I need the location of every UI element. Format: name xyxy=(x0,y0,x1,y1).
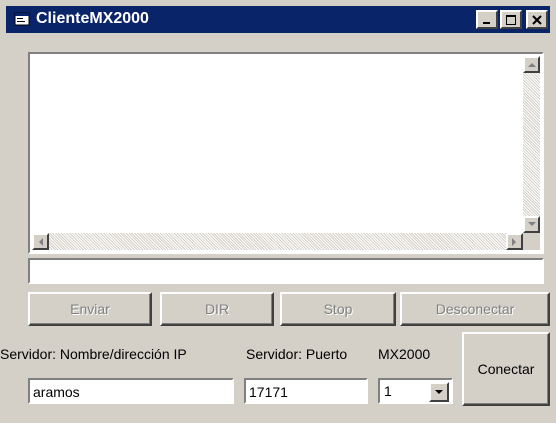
maximize-icon xyxy=(506,14,516,25)
close-button[interactable] xyxy=(526,10,548,29)
app-icon[interactable] xyxy=(14,12,30,26)
conectar-button[interactable]: Conectar xyxy=(462,332,550,406)
port-field[interactable]: 17171 xyxy=(244,378,368,404)
arrow-up-icon xyxy=(527,63,536,67)
arrow-down-icon xyxy=(527,222,536,226)
vertical-scrollbar[interactable] xyxy=(523,56,540,233)
desconectar-button[interactable]: Desconectar xyxy=(400,292,550,326)
scroll-down-button[interactable] xyxy=(523,216,540,233)
scroll-left-button[interactable] xyxy=(32,233,49,250)
minimize-icon xyxy=(483,21,490,24)
server-host-label: Servidor: Nombre/dirección IP xyxy=(0,346,187,362)
dir-button[interactable]: DIR xyxy=(160,292,274,326)
chevron-down-icon xyxy=(435,389,443,394)
mx2000-select[interactable]: 1 xyxy=(378,378,453,404)
close-icon xyxy=(532,14,542,25)
host-field[interactable]: aramos xyxy=(28,378,234,404)
arrow-left-icon xyxy=(39,237,43,246)
horizontal-scrollbar[interactable] xyxy=(32,233,523,250)
enviar-button[interactable]: Enviar xyxy=(28,292,152,326)
scrollbar-corner xyxy=(523,233,540,250)
stop-button[interactable]: Stop xyxy=(280,292,396,326)
minimize-button[interactable] xyxy=(476,10,498,29)
scroll-up-button[interactable] xyxy=(523,56,540,73)
mx2000-selected-value: 1 xyxy=(384,383,392,399)
maximize-button[interactable] xyxy=(500,10,522,29)
scroll-right-button[interactable] xyxy=(506,233,523,250)
title-bar: ClienteMX2000 xyxy=(0,0,556,38)
arrow-right-icon xyxy=(512,237,516,246)
mx2000-label: MX2000 xyxy=(378,346,431,362)
window-title: ClienteMX2000 xyxy=(36,10,149,27)
server-port-label: Servidor: Puerto xyxy=(246,346,348,362)
message-input[interactable] xyxy=(28,258,544,284)
output-textarea[interactable] xyxy=(28,52,544,254)
title-bar-active[interactable]: ClienteMX2000 xyxy=(6,6,550,33)
dropdown-button[interactable] xyxy=(429,382,449,402)
